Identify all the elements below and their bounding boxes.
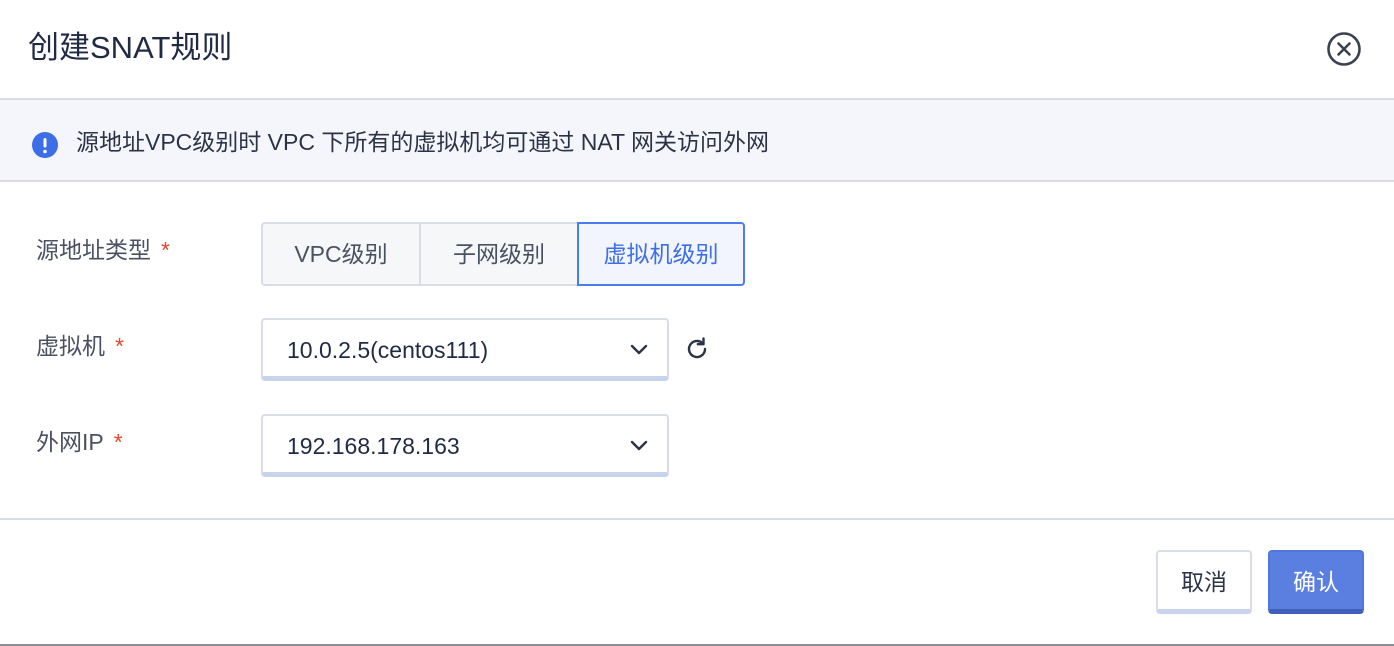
public-ip-select[interactable]: 192.168.178.163 — [261, 414, 669, 477]
create-snat-dialog: 创建SNAT规则 源地址VPC级别时 VPC 下所有的虚拟机均可通过 NAT 网… — [0, 0, 1394, 646]
info-icon — [32, 132, 58, 158]
chevron-down-icon — [630, 344, 648, 355]
source-type-option-vpc[interactable]: VPC级别 — [261, 222, 421, 286]
public-ip-label-text: 外网IP — [36, 429, 104, 455]
required-mark: * — [115, 333, 124, 359]
source-type-label-text: 源地址类型 — [36, 237, 151, 263]
source-type-option-subnet[interactable]: 子网级别 — [419, 222, 579, 286]
vm-select-value: 10.0.2.5(centos111) — [287, 337, 489, 363]
confirm-button[interactable]: 确认 — [1268, 550, 1364, 614]
vm-select[interactable]: 10.0.2.5(centos111) — [261, 318, 669, 381]
info-notice: 源地址VPC级别时 VPC 下所有的虚拟机均可通过 NAT 网关访问外网 — [0, 100, 1394, 182]
close-icon[interactable] — [1326, 31, 1362, 67]
cancel-button[interactable]: 取消 — [1156, 550, 1252, 614]
dialog-header: 创建SNAT规则 — [0, 0, 1394, 100]
source-type-option-vm[interactable]: 虚拟机级别 — [577, 222, 745, 286]
public-ip-label: 外网IP * — [36, 426, 123, 458]
required-mark: * — [161, 237, 170, 263]
source-type-segmented: VPC级别 子网级别 虚拟机级别 — [261, 222, 745, 286]
source-type-label: 源地址类型 * — [36, 234, 170, 266]
refresh-icon[interactable] — [683, 335, 711, 363]
vm-label: 虚拟机 * — [36, 330, 124, 362]
notice-text: 源地址VPC级别时 VPC 下所有的虚拟机均可通过 NAT 网关访问外网 — [76, 129, 770, 155]
vm-label-text: 虚拟机 — [36, 333, 105, 359]
footer-divider — [0, 518, 1394, 520]
public-ip-select-value: 192.168.178.163 — [287, 433, 460, 459]
chevron-down-icon — [630, 440, 648, 451]
dialog-title: 创建SNAT规则 — [28, 30, 233, 65]
required-mark: * — [113, 429, 123, 455]
